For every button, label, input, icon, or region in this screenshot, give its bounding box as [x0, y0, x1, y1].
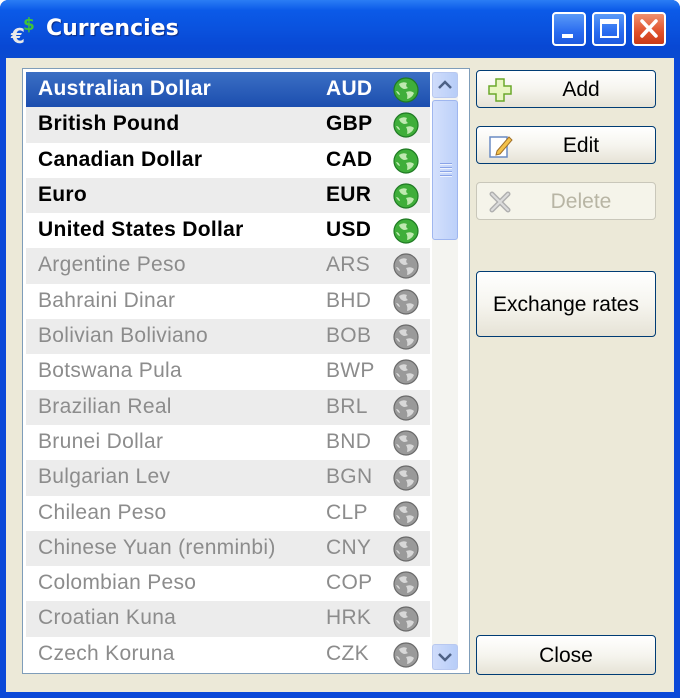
currency-row-eur[interactable]: Euro EUR: [26, 177, 430, 214]
currency-row-cny[interactable]: Chinese Yuan (renminbi) CNY: [26, 530, 430, 567]
globe-inactive-icon: [393, 606, 419, 633]
currency-row-aud[interactable]: Australian Dollar AUD: [26, 72, 430, 108]
currency-code: HRK: [326, 606, 372, 630]
globe-inactive-icon: [393, 465, 419, 491]
globe-inactive-icon: [393, 359, 419, 385]
currency-name: Argentine Peso: [38, 253, 186, 277]
delete-button[interactable]: Delete: [476, 182, 656, 220]
minimize-button[interactable]: [552, 12, 586, 46]
currency-code: CAD: [326, 147, 373, 171]
close-window-button[interactable]: [632, 12, 666, 46]
globe-inactive-icon: [393, 430, 419, 456]
maximize-icon: [600, 19, 619, 38]
scroll-thumb-grip: [440, 163, 452, 179]
globe-active-icon: [393, 77, 419, 103]
minimize-icon: [562, 34, 573, 38]
currency-code: BRL: [326, 394, 368, 418]
currency-name: Colombian Peso: [38, 571, 197, 595]
scroll-down-button[interactable]: [432, 644, 458, 670]
currency-row-cad[interactable]: Canadian Dollar CAD: [26, 143, 430, 178]
close-button-label: Close: [539, 644, 593, 667]
chevron-up-icon: [438, 80, 452, 89]
currency-code: BHD: [326, 288, 372, 312]
globe-inactive-icon: [393, 500, 419, 527]
globe-inactive-icon: [393, 324, 419, 350]
window-title: Currencies: [46, 16, 179, 41]
svg-text:$: $: [23, 15, 35, 35]
currency-name: Bahraini Dinar: [38, 288, 176, 312]
globe-active-icon: [393, 112, 419, 138]
currency-row-clp[interactable]: Chilean Peso CLP: [26, 496, 430, 531]
currency-row-brl[interactable]: Brazilian Real BRL: [26, 389, 430, 425]
dialog-client-area: Australian Dollar AUD British Pound GBP Cana…: [6, 58, 674, 692]
currency-row-cop[interactable]: Colombian Peso COP: [26, 566, 430, 601]
chevron-down-icon: [438, 653, 452, 662]
currency-code: AUD: [326, 77, 373, 100]
currency-name: Australian Dollar: [38, 77, 212, 100]
globe-inactive-icon: [393, 536, 419, 562]
currency-rows: Australian Dollar AUD British Pound GBP Cana…: [26, 72, 430, 672]
currency-code: BND: [326, 429, 372, 453]
currency-code: GBP: [326, 112, 373, 136]
currency-row-czk[interactable]: Czech Koruna CZK: [26, 637, 430, 672]
currency-row-bgn[interactable]: Bulgarian Lev BGN: [26, 460, 430, 496]
currency-code: USD: [326, 218, 372, 242]
currency-name: British Pound: [38, 112, 180, 136]
currency-name: Euro: [38, 182, 88, 206]
euro-dollar-icon: € $: [10, 15, 35, 46]
currency-row-bnd[interactable]: Brunei Dollar BND: [26, 425, 430, 460]
scroll-up-button[interactable]: [432, 72, 458, 98]
currency-name: United States Dollar: [38, 218, 244, 242]
currency-code: BWP: [326, 359, 375, 383]
currency-code: ARS: [326, 253, 371, 277]
currency-list[interactable]: Australian Dollar AUD British Pound GBP Cana…: [22, 68, 470, 674]
close-icon: [640, 19, 658, 38]
globe-inactive-icon: [393, 395, 419, 421]
title-bar[interactable]: € $ Currencies: [0, 0, 680, 58]
exchange-rates-button-label: Exchange rates: [493, 293, 639, 316]
currency-code: BGN: [326, 465, 373, 489]
currency-name: Bolivian Boliviano: [38, 324, 208, 348]
close-button[interactable]: Close: [476, 635, 656, 675]
maximize-button[interactable]: [592, 12, 626, 46]
globe-active-icon: [393, 218, 419, 244]
currency-code: CNY: [326, 535, 372, 559]
globe-inactive-icon: [393, 289, 419, 315]
exchange-rates-button[interactable]: Exchange rates: [476, 271, 656, 337]
scroll-thumb[interactable]: [432, 100, 458, 240]
currency-name: Chinese Yuan (renminbi): [38, 535, 276, 559]
vertical-scrollbar[interactable]: [432, 72, 458, 670]
currency-name: Brazilian Real: [38, 394, 172, 418]
globe-active-icon: [393, 147, 419, 174]
currency-name: Bulgarian Lev: [38, 465, 171, 489]
edit-button-label: Edit: [562, 134, 600, 157]
currency-name: Canadian Dollar: [38, 147, 203, 171]
currencies-window: € $ Currencies Australian Dollar AUD Briti…: [0, 0, 680, 698]
currency-code: CZK: [326, 641, 369, 665]
currency-row-bwp[interactable]: Botswana Pula BWP: [26, 354, 430, 389]
currency-name: Czech Koruna: [38, 641, 175, 665]
currency-row-gbp[interactable]: British Pound GBP: [26, 107, 430, 143]
globe-inactive-icon: [393, 253, 419, 280]
currency-code: BOB: [326, 324, 372, 348]
edit-button[interactable]: Edit: [476, 126, 656, 164]
add-button[interactable]: Add: [476, 70, 656, 108]
currency-name: Brunei Dollar: [38, 429, 164, 453]
currency-row-bhd[interactable]: Bahraini Dinar BHD: [26, 284, 430, 319]
globe-inactive-icon: [393, 571, 419, 597]
add-button-label: Add: [562, 78, 600, 101]
currency-name: Croatian Kuna: [38, 606, 177, 630]
globe-active-icon: [393, 183, 419, 209]
delete-button-label: Delete: [550, 190, 612, 213]
currency-row-usd[interactable]: United States Dollar USD: [26, 213, 430, 248]
globe-inactive-icon: [393, 642, 419, 668]
currency-name: Chilean Peso: [38, 500, 167, 524]
currency-name: Botswana Pula: [38, 359, 182, 383]
currency-row-hrk[interactable]: Croatian Kuna HRK: [26, 601, 430, 637]
currency-code: EUR: [326, 182, 372, 206]
currency-code: CLP: [326, 500, 368, 524]
currency-row-bob[interactable]: Bolivian Boliviano BOB: [26, 319, 430, 355]
currency-row-ars[interactable]: Argentine Peso ARS: [26, 248, 430, 284]
currency-code: COP: [326, 571, 373, 595]
